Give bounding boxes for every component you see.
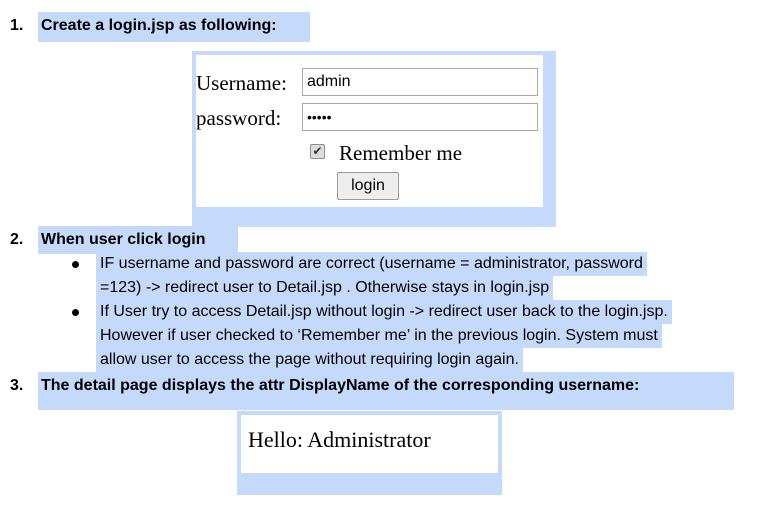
bullet-icon — [72, 261, 79, 268]
detail-page-screenshot: Hello: Administrator — [241, 415, 498, 473]
step-number: 1. — [10, 17, 24, 34]
login-button[interactable]: login — [337, 172, 399, 200]
greeting-text: Hello: Administrator — [248, 427, 431, 452]
bullet-line: However if user checked to ‘Remember me’… — [96, 324, 662, 348]
bullet-line: If User try to access Detail.jsp without… — [96, 300, 672, 324]
step-heading: The detail page displays the attr Displa… — [38, 372, 734, 410]
remember-me-label: Remember me — [339, 141, 463, 165]
step-heading: Create a login.jsp as following: — [38, 12, 310, 42]
bullet-line: allow user to access the page without re… — [96, 348, 523, 372]
step-number: 3. — [10, 377, 24, 394]
bullet-line: =123) -> redirect user to Detail.jsp . O… — [96, 276, 554, 300]
remember-me-checkbox[interactable]: ✔ — [310, 144, 325, 159]
step-heading: When user click login — [38, 226, 238, 254]
step-number: 2. — [10, 231, 24, 248]
password-input[interactable]: ••••• — [302, 103, 538, 131]
bullet-line: IF username and password are correct (us… — [96, 252, 647, 276]
login-form-screenshot: Username: admin password: ••••• ✔ Rememb… — [196, 55, 543, 207]
username-label: Username: — [196, 71, 287, 95]
password-label: password: — [196, 106, 282, 130]
bullet-icon — [72, 309, 79, 316]
username-input[interactable]: admin — [302, 68, 538, 96]
